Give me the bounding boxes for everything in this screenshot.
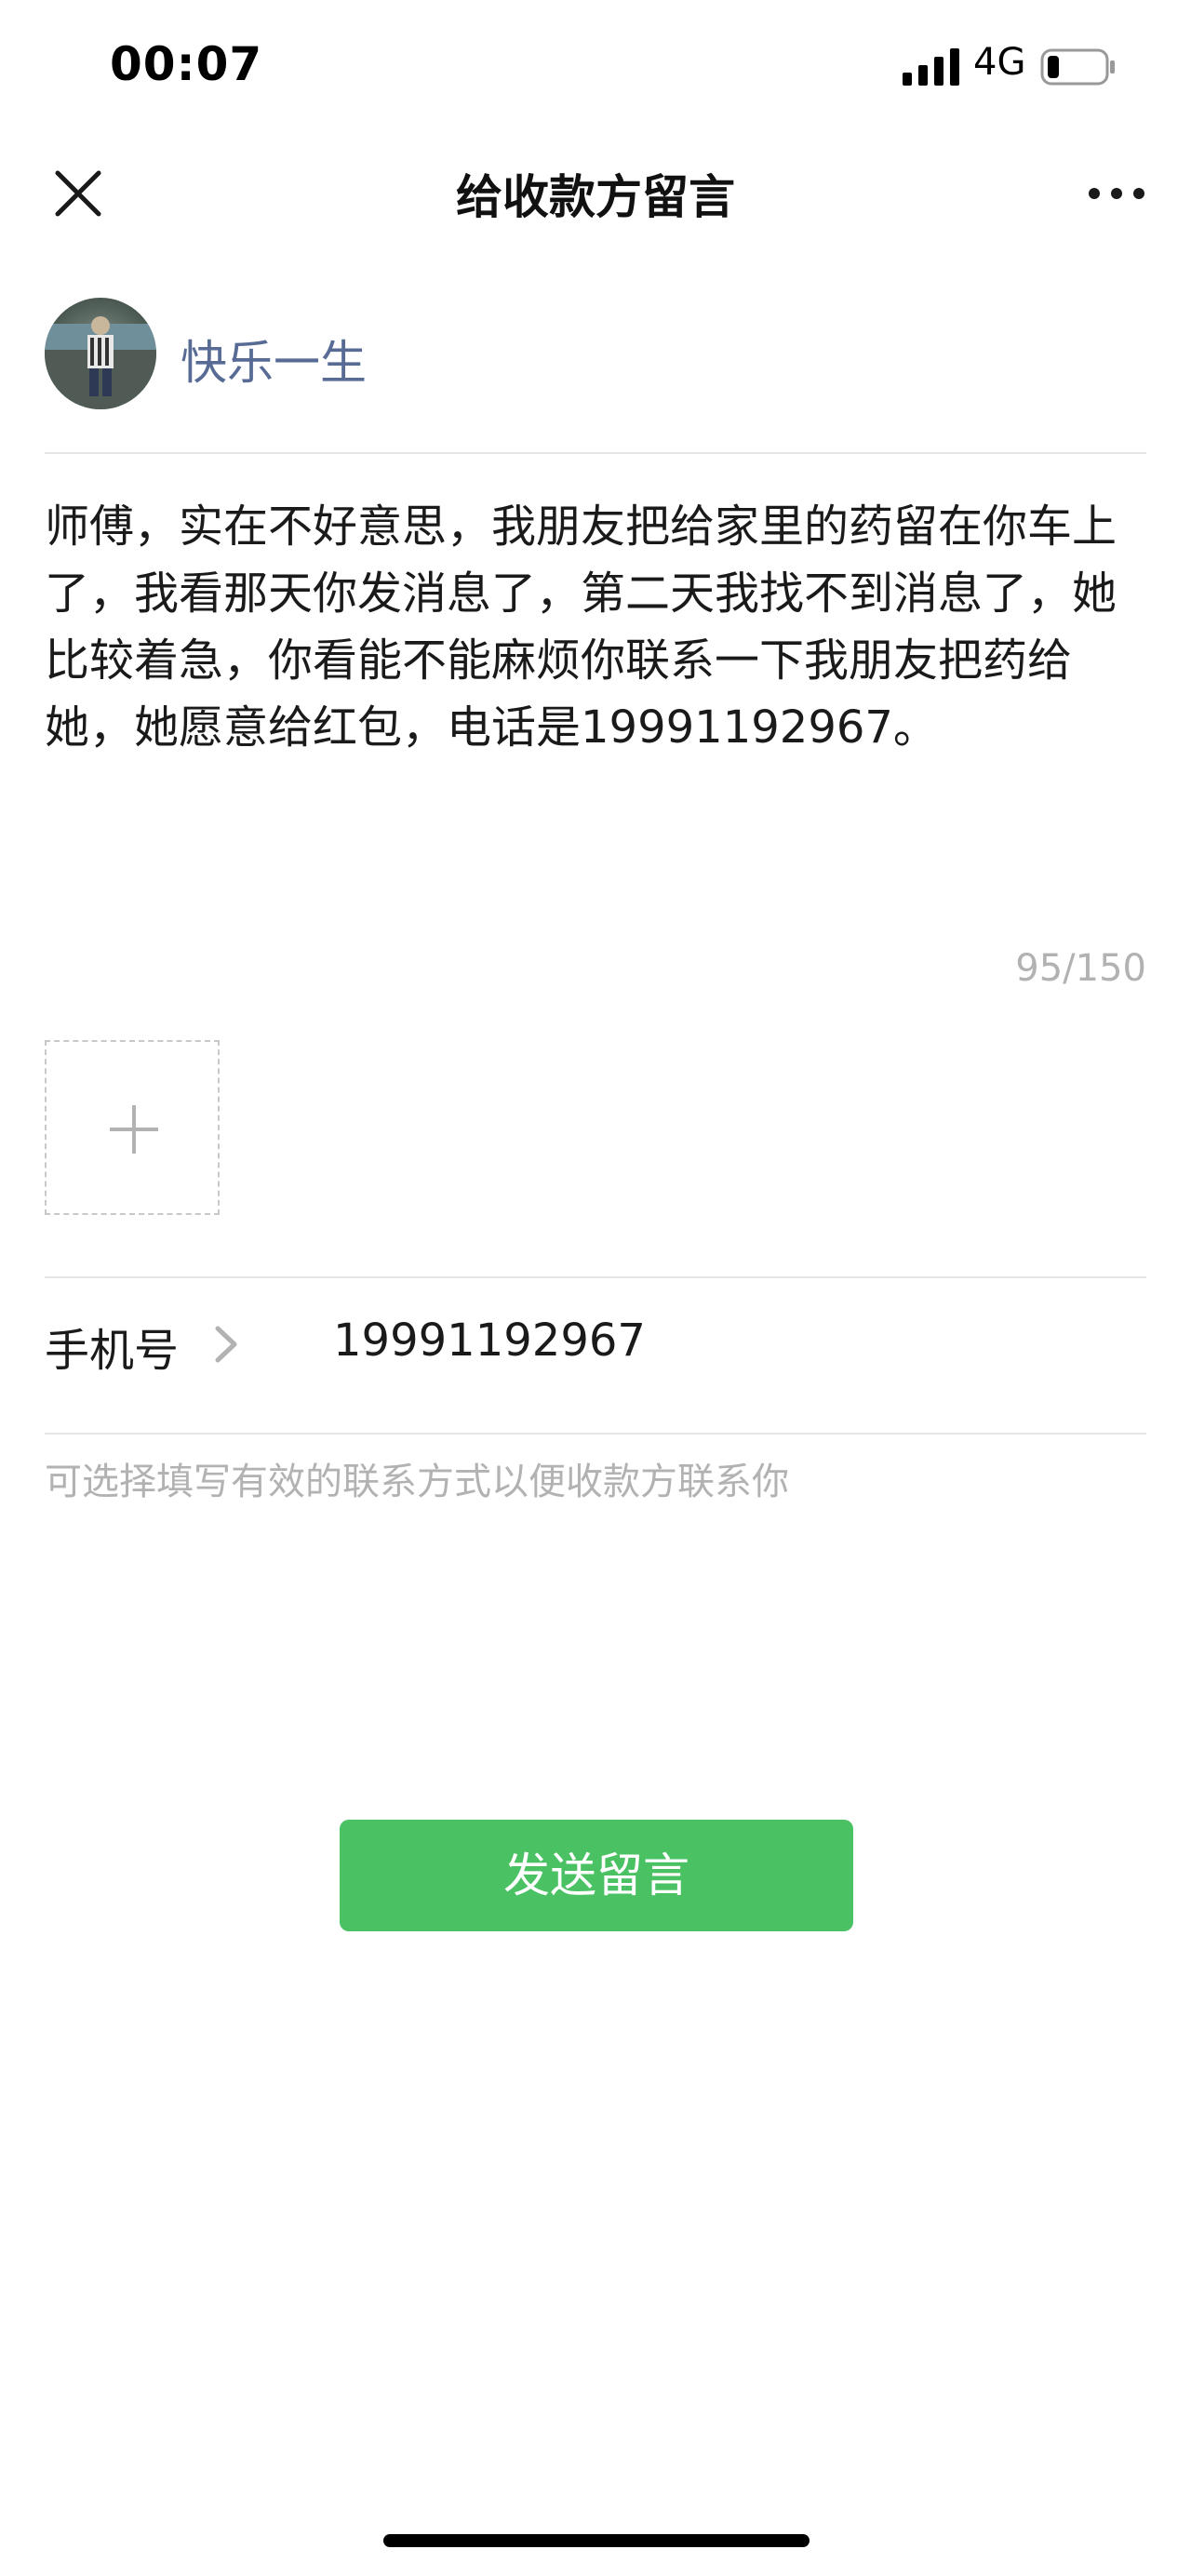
divider — [45, 452, 1146, 454]
divider — [45, 1276, 1146, 1278]
plus-icon — [110, 1105, 158, 1154]
contact-hint: 可选择填写有效的联系方式以便收款方联系你 — [45, 1461, 789, 1503]
avatar-photo-icon — [45, 298, 156, 409]
avatar — [45, 298, 156, 409]
char-counter: 95/150 — [1015, 947, 1146, 990]
add-image-button[interactable] — [45, 1040, 220, 1215]
home-indicator[interactable] — [383, 2534, 810, 2547]
divider — [45, 1433, 1146, 1435]
phone-input[interactable] — [333, 1308, 1096, 1373]
more-dots-icon[interactable] — [1087, 182, 1146, 205]
signal-icon — [903, 48, 959, 86]
network-type: 4G — [973, 41, 1026, 84]
battery-icon — [1040, 48, 1115, 86]
phone-label: 手机号 — [45, 1325, 180, 1377]
send-message-button[interactable]: 发送留言 — [340, 1820, 853, 1931]
message-textarea[interactable]: 师傅，实在不好意思，我朋友把给家里的药留在你车上了，我看那天你发消息了，第二天我… — [45, 493, 1152, 865]
payee-name: 快乐一生 — [181, 336, 367, 390]
page-title: 给收款方留言 — [456, 170, 735, 224]
status-time: 00:07 — [110, 37, 263, 91]
chevron-right-icon[interactable] — [212, 1323, 240, 1366]
